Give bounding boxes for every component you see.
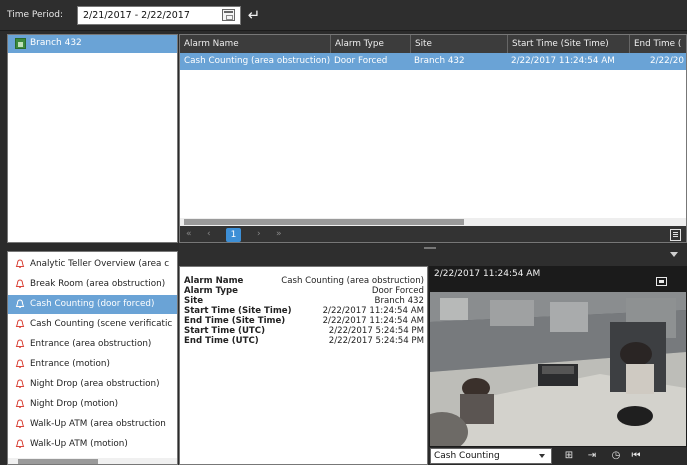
cell-end-time: 2/22/20: [650, 56, 684, 66]
alarm-list-item-label: Cash Counting (scene verificatic: [30, 319, 173, 329]
alarm-bell-icon: [15, 439, 25, 448]
alarm-details: Alarm Name Cash Counting (area obstructi…: [179, 266, 428, 465]
pager: « ‹ 1 › »: [180, 226, 686, 242]
video-timestamp: 2/22/2017 11:24:54 AM: [434, 269, 541, 279]
alarm-list-item-label: Entrance (area obstruction): [30, 339, 152, 349]
detail-label-start-time-site: Start Time (Site Time): [184, 306, 292, 316]
alarm-bell-icon: [15, 279, 25, 288]
alarm-list-item-label: Break Room (area obstruction): [30, 279, 166, 289]
popout-icon[interactable]: ⇥: [585, 450, 599, 462]
alarm-bell-icon: [15, 419, 25, 428]
calendar-icon[interactable]: [222, 9, 235, 21]
snapshot-icon[interactable]: [656, 277, 667, 286]
alarm-list-item[interactable]: Cash Counting (scene verificatic: [8, 315, 177, 334]
detail-value-start-time-utc: 2/22/2017 5:24:54 PM: [328, 326, 424, 336]
alarm-list-item[interactable]: Walk-Up ATM (area obstruction: [8, 415, 177, 434]
cell-site: Branch 432: [414, 56, 465, 66]
camera-select-value: Cash Counting: [434, 451, 500, 461]
camera-select[interactable]: Cash Counting: [430, 448, 552, 464]
skip-to-start-icon[interactable]: ⏮: [629, 450, 643, 462]
cell-alarm-type: Door Forced: [334, 56, 388, 66]
current-page-button[interactable]: 1: [226, 228, 241, 242]
alarm-bell-icon: [15, 379, 25, 388]
detail-value-end-time-site: 2/22/2017 11:24:54 AM: [322, 316, 424, 326]
detail-value-site: Branch 432: [374, 296, 424, 306]
alarm-bell-icon: [15, 359, 25, 368]
alarm-list-item-label: Night Drop (motion): [30, 399, 119, 409]
column-header-site[interactable]: Site: [410, 35, 432, 53]
alarm-list-item[interactable]: Entrance (motion): [8, 355, 177, 374]
chevron-down-icon[interactable]: [670, 252, 678, 257]
alarm-bell-icon: [15, 339, 25, 348]
tree-item-branch[interactable]: Branch 432: [8, 35, 177, 53]
export-icon[interactable]: [670, 229, 681, 241]
grid-header: Alarm Name Alarm Type Site Start Time (S…: [180, 35, 686, 53]
column-header-start-time[interactable]: Start Time (Site Time): [507, 35, 609, 53]
column-header-alarm-name[interactable]: Alarm Name: [184, 39, 239, 49]
alarm-list-item[interactable]: Night Drop (motion): [8, 395, 177, 414]
table-row[interactable]: Cash Counting (area obstruction) Door Fo…: [180, 53, 686, 70]
alarm-list-item-label: Analytic Teller Overview (area c: [30, 259, 170, 269]
alarm-list-item-label: Walk-Up ATM (area obstruction: [30, 419, 166, 429]
building-icon: [15, 38, 26, 49]
cell-start-time: 2/22/2017 11:24:54 AM: [511, 56, 615, 66]
chevron-down-icon: [539, 454, 545, 458]
detail-value-alarm-name: Cash Counting (area obstruction): [281, 276, 424, 286]
detail-value-alarm-type: Door Forced: [371, 286, 424, 296]
video-panel: 2/22/2017 11:24:54 AM Cash Counting ⊞ ⇥ …: [429, 266, 687, 465]
scrollbar-thumb[interactable]: [184, 219, 464, 225]
cell-alarm-name: Cash Counting (area obstruction): [184, 56, 331, 66]
last-page-button[interactable]: »: [276, 229, 282, 239]
scrollbar-thumb[interactable]: [18, 459, 98, 464]
detail-value-start-time-site: 2/22/2017 11:24:54 AM: [322, 306, 424, 316]
alarm-list-item[interactable]: Walk-Up ATM (motion): [8, 435, 177, 454]
column-header-alarm-type[interactable]: Alarm Type: [330, 35, 384, 53]
alarm-list-item[interactable]: Entrance (area obstruction): [8, 335, 177, 354]
panel-splitter[interactable]: [179, 244, 687, 266]
alarm-bell-icon: [15, 319, 25, 328]
detail-value-end-time-utc: 2/22/2017 5:24:54 PM: [328, 336, 424, 346]
detail-label-site: Site: [184, 296, 204, 306]
grid-horizontal-scrollbar[interactable]: [180, 218, 686, 226]
time-period-input[interactable]: 2/21/2017 - 2/22/2017: [77, 6, 241, 25]
alarm-list-item-label: Entrance (motion): [30, 359, 110, 369]
video-controls: Cash Counting ⊞ ⇥ ◷ ⏮: [429, 447, 687, 465]
splitter-handle[interactable]: [424, 247, 436, 249]
site-tree: Branch 432: [7, 34, 178, 243]
alarm-list-item[interactable]: Analytic Teller Overview (area c: [8, 255, 177, 274]
detail-label-alarm-name: Alarm Name: [184, 276, 244, 286]
camera-view-image: [430, 292, 686, 446]
video-frame[interactable]: [430, 292, 686, 446]
alarm-list-item-label: Night Drop (area obstruction): [30, 379, 160, 389]
alarm-list-item-label: Cash Counting (door forced): [30, 299, 155, 309]
detail-label-end-time-site: End Time (Site Time): [184, 316, 286, 326]
previous-page-button[interactable]: ‹: [207, 229, 211, 239]
alarm-grid: Alarm Name Alarm Type Site Start Time (S…: [179, 34, 687, 243]
detail-label-alarm-type: Alarm Type: [184, 286, 239, 296]
alarm-list-item-label: Walk-Up ATM (motion): [30, 439, 128, 449]
list-horizontal-scrollbar[interactable]: [8, 458, 177, 464]
first-page-button[interactable]: «: [186, 229, 192, 239]
next-page-button[interactable]: ›: [257, 229, 261, 239]
alarm-list-item[interactable]: Cash Counting (door forced): [8, 295, 177, 314]
alarm-bell-icon: [15, 259, 25, 268]
column-header-end-time[interactable]: End Time (: [629, 35, 681, 53]
toolbar: Time Period: 2/21/2017 - 2/22/2017 ↵: [0, 0, 687, 31]
tree-item-label: Branch 432: [30, 38, 82, 48]
clock-icon[interactable]: ◷: [609, 450, 623, 462]
alarm-list-item[interactable]: Night Drop (area obstruction): [8, 375, 177, 394]
detail-label-end-time-utc: End Time (UTC): [184, 336, 259, 346]
alarm-list: Analytic Teller Overview (area c Break Ro…: [7, 251, 178, 465]
alarm-bell-icon: [15, 299, 25, 308]
detail-label-start-time-utc: Start Time (UTC): [184, 326, 266, 336]
enter-arrow-icon[interactable]: ↵: [243, 6, 265, 25]
time-period-label: Time Period:: [7, 10, 63, 20]
alarm-bell-icon: [15, 399, 25, 408]
alarm-list-item[interactable]: Break Room (area obstruction): [8, 275, 177, 294]
layout-grid-icon[interactable]: ⊞: [562, 450, 576, 462]
